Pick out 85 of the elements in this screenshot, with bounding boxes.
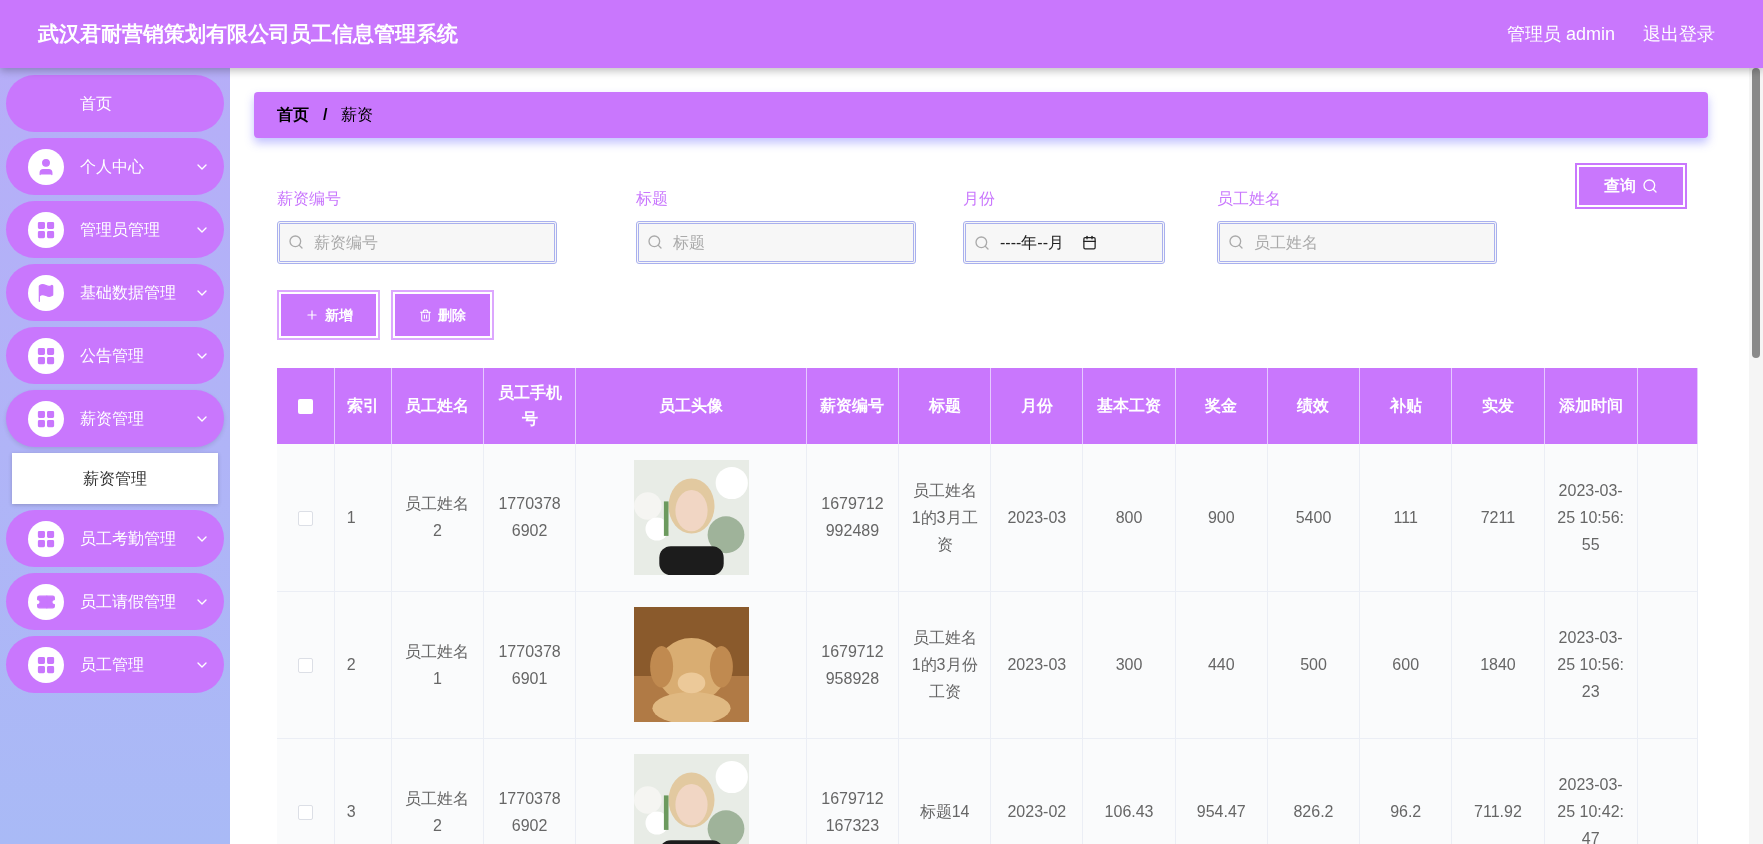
search-field[interactable]: 标题: [636, 221, 916, 264]
search-field[interactable]: 员工姓名: [1217, 221, 1497, 264]
table-cell: 1679712167323: [806, 738, 899, 844]
table-cell: 2023-02: [990, 738, 1083, 844]
select-all-checkbox[interactable]: [297, 399, 313, 415]
search-icon: [647, 234, 663, 250]
field-label: 月份: [963, 189, 996, 209]
search-icon: [974, 234, 990, 251]
row-checkbox[interactable]: [297, 657, 313, 673]
add-button[interactable]: 新增: [279, 292, 378, 338]
sidebar-item[interactable]: 首页: [6, 75, 224, 132]
table-cell: 2023-03: [990, 444, 1083, 591]
table-cell: 440: [1175, 591, 1268, 738]
menu-icon: [28, 583, 64, 620]
table-cell: 5400: [1267, 444, 1360, 591]
menu-icon: [28, 520, 64, 557]
table-cell: 96.2: [1359, 738, 1452, 844]
table-cell: 1840: [1451, 591, 1545, 738]
field-label: 员工姓名: [1217, 189, 1282, 209]
table-cell: 17703786902: [483, 444, 576, 591]
user-label: 管理员 admin: [1506, 22, 1615, 46]
scrollbar-thumb[interactable]: [1752, 68, 1760, 358]
sidebar-item[interactable]: 公告管理: [6, 327, 224, 384]
search-icon: [1642, 178, 1658, 194]
breadcrumb-link[interactable]: 首页: [277, 103, 309, 127]
table-cell: 106.43: [1082, 738, 1176, 844]
sidebar-item[interactable]: 管理员管理: [6, 201, 224, 258]
table-cell: 2023-03-25 10:56:55: [1544, 444, 1638, 591]
table-cell: 1679712992489: [806, 444, 899, 591]
calendar-icon: [1081, 235, 1097, 250]
sidebar-item[interactable]: 员工管理: [6, 636, 224, 693]
table-cell: 17703786901: [483, 591, 576, 738]
table-cell: 1679712958928: [806, 591, 899, 738]
table-cell: 员工姓名1的3月份工资: [898, 591, 991, 738]
field-label: 标题: [636, 189, 669, 209]
sidebar-item[interactable]: 薪资管理: [6, 390, 224, 447]
table-cell: 954.47: [1175, 738, 1268, 844]
sidebar-item[interactable]: 员工请假管理: [6, 573, 224, 630]
table-cell: 员工姓名2: [391, 444, 484, 591]
menu-icon: [28, 646, 64, 683]
table-cell: 7211: [1451, 444, 1545, 591]
menu-icon: [28, 148, 64, 185]
search-field[interactable]: 薪资编号: [277, 221, 557, 264]
sidebar-item[interactable]: 员工考勤管理: [6, 510, 224, 567]
search-icon: [288, 234, 304, 250]
row-checkbox[interactable]: [297, 510, 313, 526]
table-cell: 2023-03-25 10:42:47: [1544, 738, 1638, 844]
breadcrumb-separator: /: [323, 105, 328, 125]
table-cell: 员工姓名2: [391, 738, 484, 844]
sidebar-item[interactable]: 个人中心: [6, 138, 224, 195]
table-cell: 111: [1359, 444, 1452, 591]
table-cell: 3: [334, 738, 392, 844]
month-field[interactable]: ----年--月: [963, 221, 1165, 264]
table-cell: 300: [1082, 591, 1176, 738]
table-cell: 标题14: [898, 738, 991, 844]
table-cell: 600: [1359, 591, 1452, 738]
field-label: 薪资编号: [277, 189, 342, 209]
menu-icon: [28, 400, 64, 437]
table-cell: 2023-03-25 10:56:23: [1544, 591, 1638, 738]
search-icon: [1228, 234, 1244, 250]
menu-icon: [28, 337, 64, 374]
query-button[interactable]: 查询: [1577, 165, 1685, 207]
table-cell: 826.2: [1267, 738, 1360, 844]
plus-icon: [304, 308, 319, 322]
trash-icon: [419, 308, 432, 322]
table-cell: 500: [1267, 591, 1360, 738]
table-cell: 1: [334, 444, 392, 591]
table-cell: 员工姓名1: [391, 591, 484, 738]
delete-button[interactable]: 删除: [393, 292, 492, 338]
table-cell: 800: [1082, 444, 1176, 591]
sidebar-item[interactable]: 基础数据管理: [6, 264, 224, 321]
logout-link[interactable]: 退出登录: [1643, 20, 1715, 48]
breadcrumb-link[interactable]: 薪资: [341, 103, 374, 127]
table-cell: 711.92: [1451, 738, 1545, 844]
table-cell: 900: [1175, 444, 1268, 591]
system-title: 武汉君耐营销策划有限公司员工信息管理系统: [38, 21, 458, 48]
submenu-item[interactable]: 薪资管理: [12, 453, 218, 504]
menu-icon: [28, 211, 64, 248]
menu-icon: [28, 274, 64, 311]
table-cell: 2023-03: [990, 591, 1083, 738]
table-cell: 17703786902: [483, 738, 576, 844]
row-checkbox[interactable]: [297, 804, 313, 820]
scrollbar[interactable]: [1749, 68, 1763, 844]
table-cell: 2: [334, 591, 392, 738]
table-cell: 员工姓名1的3月工资: [898, 444, 991, 591]
